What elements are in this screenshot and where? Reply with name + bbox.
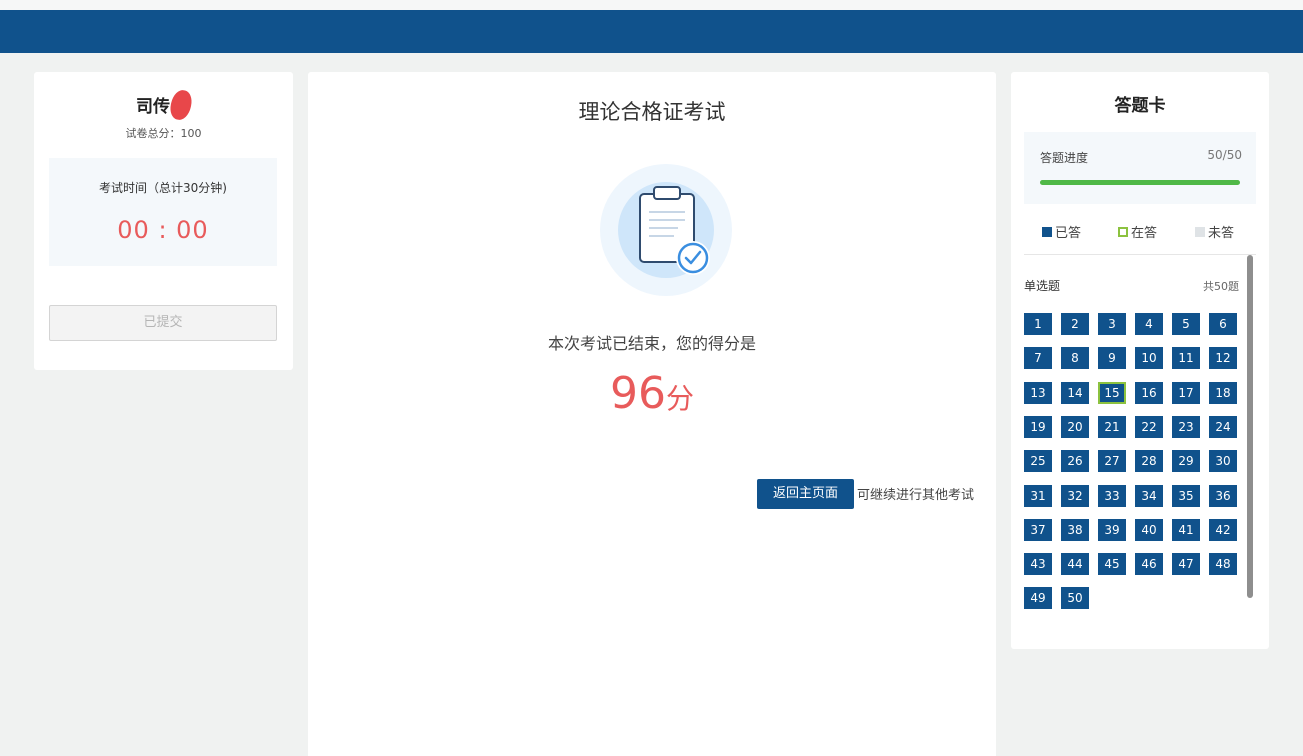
question-35-button[interactable]: 35 [1172, 484, 1200, 507]
question-26-button[interactable]: 26 [1061, 450, 1089, 473]
question-29-button[interactable]: 29 [1172, 450, 1200, 473]
question-8-button[interactable]: 8 [1061, 347, 1089, 370]
question-42-button[interactable]: 42 [1209, 518, 1237, 541]
score-display: 96分 [308, 368, 996, 419]
result-panel: 理论合格证考试 本次考试已结束，您的得分是 96分 返回主页面 可继续进行其他考… [308, 72, 996, 756]
question-7-button[interactable]: 7 [1024, 347, 1052, 370]
divider [1024, 254, 1256, 255]
timer-box: 考试时间（总计30分钟) 00 : 00 [49, 158, 277, 266]
question-47-button[interactable]: 47 [1172, 553, 1200, 576]
question-44-button[interactable]: 44 [1061, 553, 1089, 576]
timer-value: 00 : 00 [117, 216, 209, 244]
legend-current-label: 在答 [1131, 226, 1158, 241]
question-38-button[interactable]: 38 [1061, 518, 1089, 541]
question-41-button[interactable]: 41 [1172, 518, 1200, 541]
end-message: 本次考试已结束，您的得分是 [547, 334, 756, 353]
question-4-button[interactable]: 4 [1135, 313, 1163, 335]
candidate-name: 司传 [136, 97, 170, 117]
question-15-button[interactable]: 15 [1098, 381, 1126, 404]
score-value: 96 [609, 368, 666, 419]
question-25-button[interactable]: 25 [1024, 450, 1052, 473]
header-bar [0, 10, 1303, 53]
question-6-button[interactable]: 6 [1209, 313, 1237, 335]
progress-fill [1040, 180, 1240, 185]
question-31-button[interactable]: 31 [1024, 484, 1052, 507]
question-21-button[interactable]: 21 [1098, 415, 1126, 438]
question-23-button[interactable]: 23 [1172, 415, 1200, 438]
question-17-button[interactable]: 17 [1172, 381, 1200, 404]
question-48-button[interactable]: 48 [1209, 553, 1237, 576]
submitted-button[interactable]: 已提交 [49, 305, 277, 341]
legend-unanswered: 未答 [1195, 222, 1234, 241]
answered-swatch [1042, 226, 1052, 237]
legend-answered-label: 已答 [1055, 226, 1082, 241]
legend-answered: 已答 [1042, 222, 1081, 241]
question-36-button[interactable]: 36 [1209, 484, 1237, 507]
question-30-button[interactable]: 30 [1209, 450, 1237, 473]
question-45-button[interactable]: 45 [1098, 553, 1126, 576]
question-12-button[interactable]: 12 [1209, 347, 1237, 370]
return-home-button[interactable]: 返回主页面 [757, 479, 854, 509]
total-score: 试卷总分：100 [125, 127, 202, 140]
unanswered-swatch [1195, 226, 1205, 237]
question-33-button[interactable]: 33 [1098, 484, 1126, 507]
candidate-panel: 司传 试卷总分：100 考试时间（总计30分钟) 00 : 00 已提交 [34, 72, 293, 370]
exam-title: 理论合格证考试 [578, 100, 726, 124]
candidate-name-row: 司传 [34, 88, 293, 122]
question-18-button[interactable]: 18 [1209, 381, 1237, 404]
scrollbar[interactable] [1247, 255, 1253, 598]
question-2-button[interactable]: 2 [1061, 313, 1089, 335]
question-10-button[interactable]: 10 [1135, 347, 1163, 370]
question-49-button[interactable]: 49 [1024, 587, 1052, 610]
question-46-button[interactable]: 46 [1135, 553, 1163, 576]
question-20-button[interactable]: 20 [1061, 415, 1089, 438]
progress-track [1040, 180, 1240, 185]
question-13-button[interactable]: 13 [1024, 381, 1052, 404]
question-24-button[interactable]: 24 [1209, 415, 1237, 438]
question-32-button[interactable]: 32 [1061, 484, 1089, 507]
legend-current: 在答 [1118, 222, 1157, 241]
question-14-button[interactable]: 14 [1061, 381, 1089, 404]
question-22-button[interactable]: 22 [1135, 415, 1163, 438]
timer-label: 考试时间（总计30分钟) [99, 181, 227, 195]
question-43-button[interactable]: 43 [1024, 553, 1052, 576]
progress-box: 答题进度 50/50 [1024, 132, 1256, 204]
browser-top-strip [0, 0, 1303, 10]
question-28-button[interactable]: 28 [1135, 450, 1163, 473]
current-swatch [1118, 226, 1128, 237]
question-1-button[interactable]: 1 [1024, 313, 1052, 335]
redaction-mark [168, 88, 194, 122]
legend-unanswered-label: 未答 [1208, 226, 1235, 241]
question-50-button[interactable]: 50 [1061, 587, 1089, 610]
question-16-button[interactable]: 16 [1135, 381, 1163, 404]
section-count: 共50题 [1203, 280, 1239, 293]
question-11-button[interactable]: 11 [1172, 347, 1200, 370]
question-40-button[interactable]: 40 [1135, 518, 1163, 541]
question-19-button[interactable]: 19 [1024, 415, 1052, 438]
question-27-button[interactable]: 27 [1098, 450, 1126, 473]
clipboard-check-icon [598, 162, 734, 298]
question-5-button[interactable]: 5 [1172, 313, 1200, 335]
question-3-button[interactable]: 3 [1098, 313, 1126, 335]
question-39-button[interactable]: 39 [1098, 518, 1126, 541]
question-37-button[interactable]: 37 [1024, 518, 1052, 541]
progress-count: 50/50 [1207, 148, 1242, 162]
answer-card-title: 答题卡 [1114, 96, 1166, 116]
answer-card-panel: 答题卡 答题进度 50/50 已答 在答 未答 单选题 共50题 1234567… [1011, 72, 1269, 649]
section-name: 单选题 [1024, 279, 1061, 293]
question-9-button[interactable]: 9 [1098, 347, 1126, 370]
progress-label: 答题进度 [1040, 151, 1089, 165]
question-34-button[interactable]: 34 [1135, 484, 1163, 507]
continue-hint: 可继续进行其他考试 [857, 488, 975, 503]
score-unit: 分 [665, 382, 694, 415]
